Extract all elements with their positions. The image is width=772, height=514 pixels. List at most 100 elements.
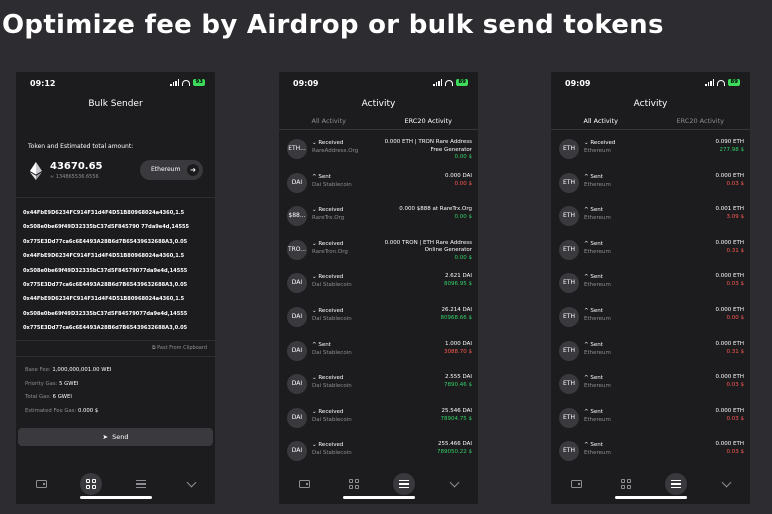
activity-row[interactable]: DAI ⌄ Received Dai Stablecoin 25.546 DAI 789… — [279, 404, 478, 438]
token-name: Ethereum — [584, 349, 611, 356]
battery-icon: 89 — [456, 79, 468, 86]
activity-row[interactable]: DAI ⌄ Received Dai Stablecoin 26.214 DAI 809… — [279, 303, 478, 337]
usd-value: 78904.75 $ — [440, 415, 473, 422]
token-avatar: ETH — [559, 206, 579, 227]
usd-value: 0.03 $ — [726, 382, 745, 389]
activity-row[interactable]: $88... ⌄ Received RareTrx.Org 0.000 $888 at… — [279, 202, 478, 236]
wallet-icon[interactable] — [293, 473, 315, 495]
list-icon[interactable] — [393, 473, 415, 495]
token-name: Ethereum — [584, 148, 611, 154]
usd-value: 7890.46 $ — [444, 382, 472, 389]
token-name: Dai Stablecoin — [312, 416, 352, 423]
grid-icon[interactable] — [343, 473, 365, 495]
amount: 26.214 DAI — [441, 306, 472, 313]
fee-row: Base Fee: 1,000,000,001.00 WEI — [25, 367, 112, 373]
grid-icon[interactable] — [80, 473, 102, 495]
tab-all-activity[interactable]: All Activity — [551, 114, 651, 130]
token-name: RareTron.Org — [312, 248, 348, 255]
direction-label: ⌄ Received — [312, 207, 344, 214]
send-button[interactable]: ➤ Send — [18, 428, 213, 446]
tab-erc20-activity[interactable]: ERC20 Activity — [651, 114, 751, 130]
activity-row[interactable]: ETH ^ Sent Ethereum 0.001 ETH 3.09 $ — [551, 202, 750, 236]
token-avatar: ETH — [559, 340, 579, 361]
token-name: Ethereum — [584, 282, 611, 289]
activity-row[interactable]: DAI ⌄ Received Dai Stablecoin 2.621 DAI 8096… — [279, 269, 478, 303]
token-name: Dai Stablecoin — [312, 383, 352, 390]
token-name: Ethereum — [584, 315, 611, 322]
direction-label: ^ Sent — [312, 341, 331, 348]
chevron-down-icon[interactable] — [180, 473, 202, 495]
activity-row[interactable]: DAI ^ Sent Dai Stablecoin 1.000 DAI 3088.70 … — [279, 337, 478, 371]
grid-icon[interactable] — [615, 473, 637, 495]
usd-value: 3.09 $ — [726, 214, 745, 221]
token-avatar: ETH... — [287, 139, 307, 159]
address-line: 0x44FbE9D6234FC914F31d4F4D51B80968024a43… — [23, 210, 185, 216]
address-textarea[interactable]: 0x44FbE9D6234FC914F31d4F4D51B80968024a43… — [16, 210, 215, 340]
list-icon[interactable] — [665, 473, 687, 495]
direction-label: ^ Sent — [312, 173, 331, 180]
token-avatar: ETH — [559, 239, 579, 260]
amount: 25.546 DAI — [441, 407, 472, 414]
activity-row[interactable]: ETH ^ Sent Ethereum 0.000 ETH 0.31 $ — [551, 337, 750, 371]
home-indicator — [80, 496, 152, 499]
activity-row[interactable]: ETH ^ Sent Ethereum 0.000 ETH 0.00 $ — [551, 303, 750, 337]
activity-row[interactable]: ETH ^ Sent Ethereum 0.000 ETH 0.03 $ — [551, 169, 750, 203]
signal-icon — [170, 79, 180, 86]
amount: 0.000 $888 at RareTrx.Org — [399, 206, 472, 213]
fee-row: Total Gas: 6 GWEI — [25, 394, 72, 401]
signal-icon — [705, 79, 715, 86]
list-icon[interactable] — [130, 473, 152, 495]
status-time: 09:12 — [30, 79, 56, 88]
usd-value: 0.00 $ — [454, 154, 473, 160]
direction-label: ⌄ Received — [584, 140, 616, 146]
arrow-right-icon: ➜ — [187, 164, 199, 176]
activity-row[interactable]: TRO... ⌄ Received RareTron.Org 0.000 TRON |… — [279, 236, 478, 270]
amount: 0.090 ETH — [715, 139, 744, 145]
token-avatar: ETH — [559, 407, 579, 428]
direction-label: ^ Sent — [584, 375, 603, 382]
direction-label: ^ Sent — [584, 207, 603, 214]
token-avatar: TRO... — [287, 239, 307, 260]
activity-row[interactable]: ETH ^ Sent Ethereum 0.000 ETH 0.03 $ — [551, 404, 750, 438]
address-line: 0x508e0be69f49D32335bC37d5F84579077da9e4… — [23, 267, 188, 274]
direction-label: ^ Sent — [584, 240, 603, 247]
paste-from-clipboard-button[interactable]: ⧉ Past From Clipboard — [152, 345, 207, 351]
usd-value: 0.31 $ — [726, 348, 745, 355]
activity-row[interactable]: DAI ⌄ Received Dai Stablecoin 2.555 DAI 7890… — [279, 370, 478, 404]
token-name: Ethereum — [584, 181, 611, 188]
usd-value: 0.03 $ — [726, 449, 745, 456]
network-selector-button[interactable]: Ethereum ➜ — [140, 160, 203, 180]
tab-all-activity[interactable]: All Activity — [279, 114, 379, 130]
token-name: Dai Stablecoin — [312, 349, 352, 356]
total-label: Token and Estimated total amount: — [28, 143, 134, 150]
activity-row[interactable]: DAI ^ Sent Dai Stablecoin 0.000 DAI 0.00 $ — [279, 169, 478, 203]
activity-row[interactable]: ETH ^ Sent Ethereum 0.000 ETH 0.31 $ — [551, 236, 750, 270]
tab-erc20-activity[interactable]: ERC20 Activity — [378, 114, 478, 130]
token-avatar: ETH — [559, 172, 579, 193]
direction-label: ^ Sent — [584, 442, 603, 449]
amount: 0.000 ETH | TRON Rare Address Free Gener… — [384, 139, 472, 153]
network-label: Ethereum — [151, 166, 181, 173]
battery-icon: 93 — [193, 79, 205, 86]
token-avatar: ETH — [559, 374, 579, 395]
phone-erc20-activity: 09:09 89 Activity All Activity ERC20 Act… — [279, 72, 478, 504]
activity-row[interactable]: ETH ⌄ Received Ethereum 0.090 ETH 277.98 $ — [551, 135, 750, 169]
wallet-icon[interactable] — [30, 473, 52, 495]
status-bar: 09:12 93 — [16, 72, 215, 94]
chevron-down-icon[interactable] — [443, 473, 465, 495]
chevron-down-icon[interactable] — [715, 473, 737, 495]
amount: 2.555 DAI — [444, 374, 472, 381]
direction-label: ⌄ Received — [312, 274, 344, 281]
direction-label: ^ Sent — [584, 408, 603, 415]
token-name: Ethereum — [584, 248, 611, 255]
direction-label: ^ Sent — [584, 274, 603, 281]
token-name: RareAddress.Org — [312, 148, 359, 154]
activity-row[interactable]: ETH ^ Sent Ethereum 0.000 ETH 0.03 $ — [551, 370, 750, 404]
wallet-icon[interactable] — [565, 473, 587, 495]
wifi-icon — [445, 79, 454, 86]
send-icon: ➤ — [102, 433, 108, 441]
activity-row[interactable]: ETH... ⌄ Received RareAddress.Org 0.000 ETH… — [279, 135, 478, 169]
activity-row[interactable]: ETH ^ Sent Ethereum 0.000 ETH 0.03 $ — [551, 269, 750, 303]
direction-label: ⌄ Received — [312, 375, 344, 382]
fee-row: Estimated Fee Gas: 0.000 $ — [25, 407, 99, 414]
